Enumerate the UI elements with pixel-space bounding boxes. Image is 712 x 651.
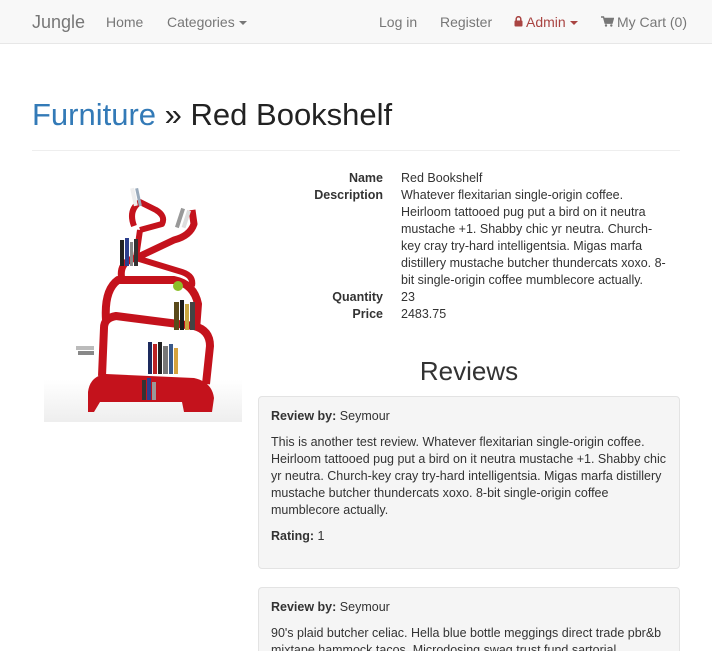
review-author: Seymour	[339, 409, 390, 423]
review-by-label: Review by:	[271, 409, 337, 423]
price-value: 2483.75	[401, 307, 447, 321]
product-image	[44, 187, 242, 422]
description-value: Whatever flexitarian single-origin coffe…	[401, 188, 666, 287]
caret-down-icon	[238, 21, 247, 26]
title-divider	[32, 150, 680, 151]
review-author-line: Review by: Seymour	[271, 408, 667, 425]
brand-link[interactable]: Jungle	[32, 12, 85, 34]
nav-login-link[interactable]: Log in	[379, 14, 417, 31]
review-body: 90's plaid butcher celiac. Hella blue bo…	[271, 626, 662, 651]
review-card: Review by: Seymour This is another test …	[258, 396, 680, 569]
product-details: Name Red Bookshelf Description Whatever fl…	[258, 170, 688, 323]
apple	[173, 281, 183, 291]
nav-home-link[interactable]: Home	[106, 14, 143, 31]
shopping-cart-icon	[601, 16, 614, 27]
category-breadcrumb-link[interactable]: Furniture	[32, 97, 156, 132]
quantity-value: 23	[401, 290, 415, 304]
review-rating-label: Rating:	[271, 529, 315, 543]
name-label: Name	[348, 171, 383, 185]
nav-admin-dropdown[interactable]: Admin	[514, 14, 578, 31]
breadcrumb-separator: »	[164, 97, 182, 132]
caret-down-icon	[569, 21, 578, 26]
nav-categories-label: Categories	[167, 14, 235, 30]
nav-categories-dropdown[interactable]: Categories	[167, 14, 247, 31]
review-by-label: Review by:	[271, 600, 337, 614]
navbar: Jungle Home Categories Log in Register A…	[0, 0, 712, 44]
nav-cart-label: My Cart (0)	[617, 14, 687, 30]
review-rating-line: Rating: 1	[271, 528, 667, 545]
books	[76, 187, 195, 400]
review-author: Seymour	[339, 600, 390, 614]
reviews-heading: Reviews	[419, 356, 519, 386]
lock-icon	[514, 16, 523, 27]
page-title: Furniture » Red Bookshelf	[32, 96, 392, 133]
review-rating: 1	[317, 529, 325, 543]
review-author-line: Review by: Seymour	[271, 599, 667, 616]
name-value: Red Bookshelf	[401, 171, 483, 185]
review-body: This is another test review. Whatever fl…	[271, 435, 667, 517]
nav-register-link[interactable]: Register	[440, 14, 492, 31]
price-label: Price	[352, 307, 383, 321]
nav-admin-label: Admin	[526, 14, 566, 30]
quantity-label: Quantity	[332, 290, 383, 304]
review-card: Review by: Seymour 90's plaid butcher ce…	[258, 587, 680, 651]
description-label: Description	[314, 188, 383, 202]
nav-cart-link[interactable]: My Cart (0)	[601, 14, 687, 31]
product-title: Red Bookshelf	[190, 97, 393, 132]
